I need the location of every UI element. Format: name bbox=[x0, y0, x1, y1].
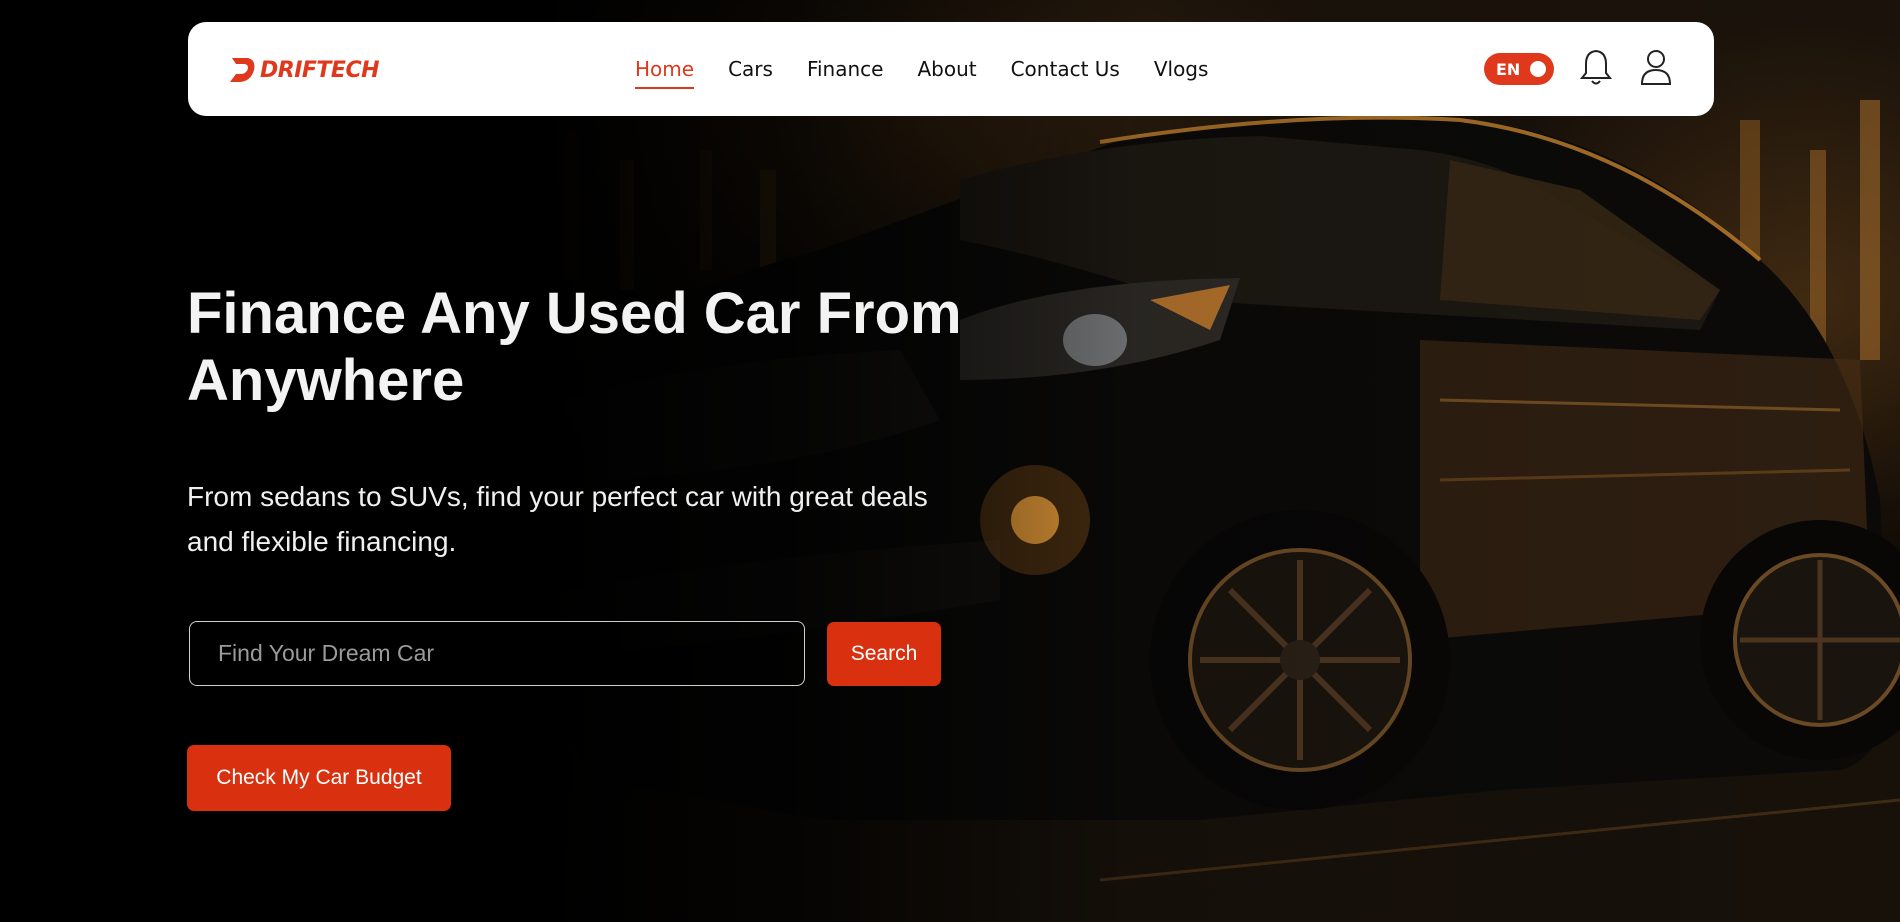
nav-finance[interactable]: Finance bbox=[807, 57, 884, 81]
brand-logo[interactable]: DRIFTECH bbox=[226, 52, 380, 88]
language-label: EN bbox=[1496, 60, 1521, 79]
nav-home[interactable]: Home bbox=[635, 57, 695, 89]
hero-subtitle: From sedans to SUVs, find your perfect c… bbox=[187, 474, 1027, 564]
hero-title-line1: Finance Any Used Car From bbox=[187, 281, 962, 346]
user-icon[interactable] bbox=[1636, 46, 1676, 88]
brand-name: DRIFTECH bbox=[260, 57, 380, 83]
hero-subtitle-line2: and flexible financing. bbox=[187, 526, 457, 557]
language-toggle[interactable]: EN bbox=[1484, 53, 1554, 85]
check-budget-button[interactable]: Check My Car Budget bbox=[187, 745, 451, 811]
nav-cars[interactable]: Cars bbox=[728, 57, 773, 81]
navbar: DRIFTECH Home Cars Finance About Contact… bbox=[188, 22, 1714, 116]
hero-title: Finance Any Used Car From Anywhere bbox=[187, 280, 1087, 414]
toggle-knob bbox=[1530, 61, 1546, 77]
hero-title-line2: Anywhere bbox=[187, 348, 465, 413]
bell-icon[interactable] bbox=[1576, 46, 1616, 88]
nav-contact-us[interactable]: Contact Us bbox=[1011, 57, 1120, 81]
search-input[interactable] bbox=[189, 621, 805, 686]
nav-menu: Home Cars Finance About Contact Us Vlogs bbox=[635, 22, 1208, 116]
search-button[interactable]: Search bbox=[827, 622, 941, 686]
driftech-logo-icon bbox=[230, 58, 255, 82]
nav-vlogs[interactable]: Vlogs bbox=[1154, 57, 1209, 81]
nav-about[interactable]: About bbox=[917, 57, 976, 81]
hero-subtitle-line1: From sedans to SUVs, find your perfect c… bbox=[187, 481, 928, 512]
